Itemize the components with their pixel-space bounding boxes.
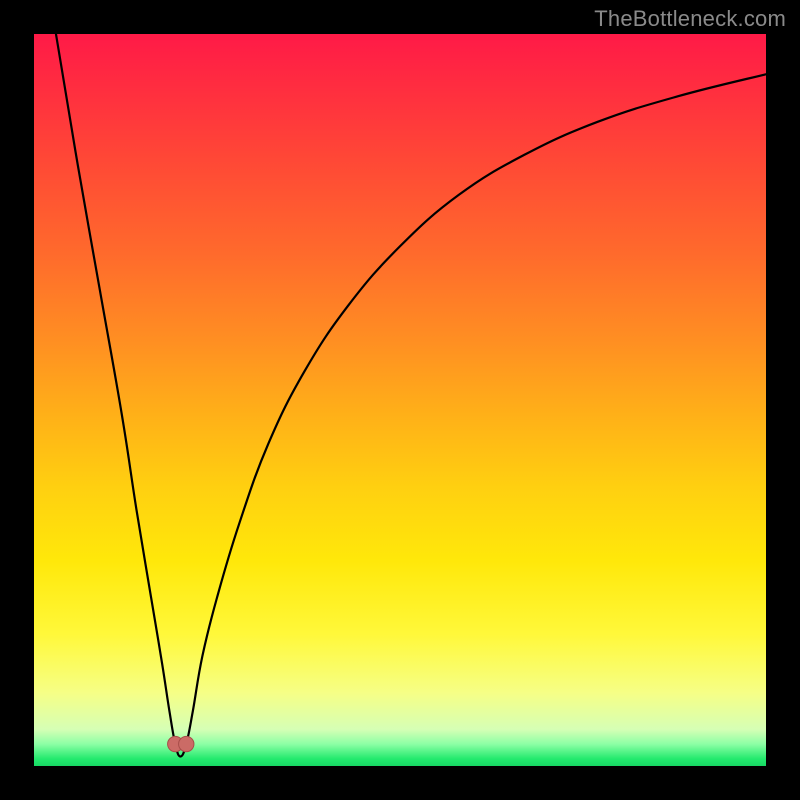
chart-frame: TheBottleneck.com (0, 0, 800, 800)
curve-markers (168, 736, 194, 751)
bottleneck-curve-path (56, 34, 766, 756)
right-dot (179, 736, 194, 751)
bottleneck-curve-svg (34, 34, 766, 766)
watermark-text: TheBottleneck.com (594, 6, 786, 32)
plot-area (34, 34, 766, 766)
